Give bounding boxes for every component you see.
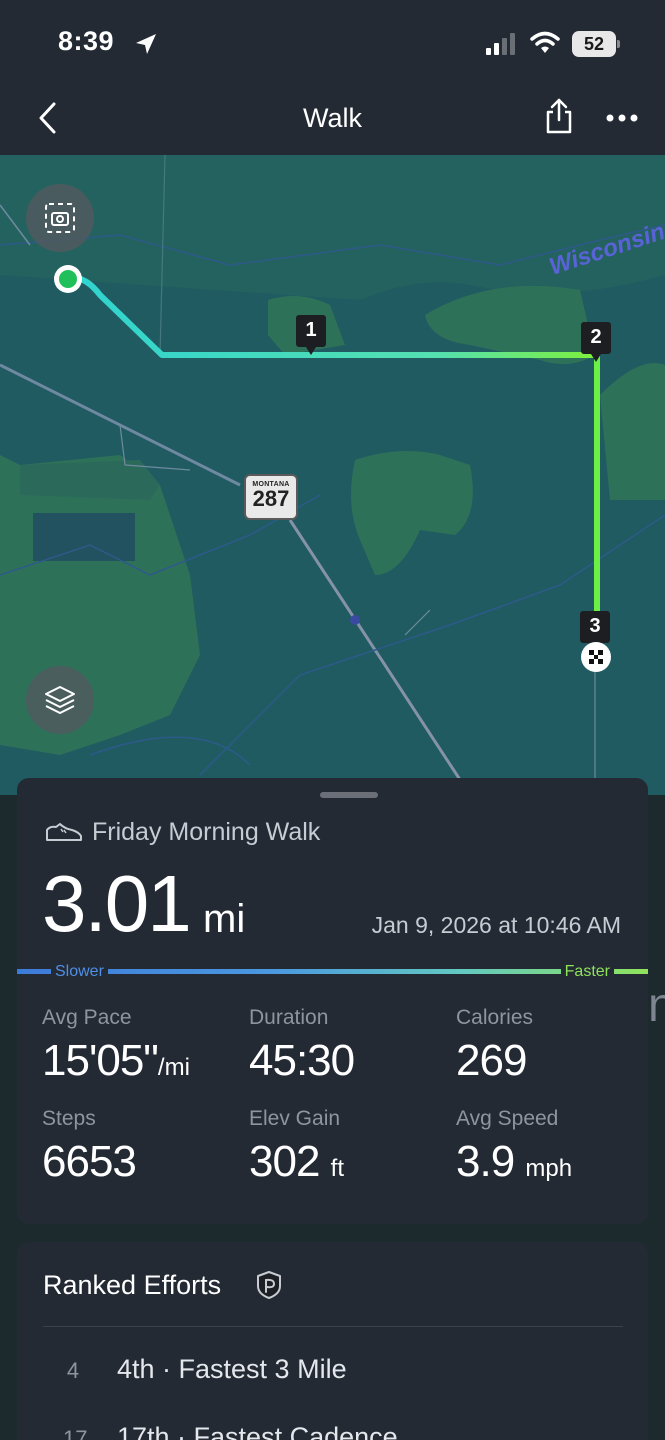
- share-icon[interactable]: [543, 96, 575, 136]
- top-bar: 8:39 52 Walk: [0, 0, 665, 155]
- stat-avg-speed: Avg Speed 3.9 mph: [456, 1107, 656, 1187]
- pr-badge-icon[interactable]: [255, 1270, 283, 1300]
- stat-duration: Duration 45:30: [249, 1006, 449, 1086]
- effort-text: 17th · Fastest Cadence: [117, 1422, 398, 1440]
- stat-label: Calories: [456, 1006, 534, 1029]
- distance-value: 3.01: [42, 859, 192, 948]
- pace-faster-label: Faster: [560, 962, 614, 982]
- stat-value: 6653: [42, 1137, 242, 1187]
- stat-unit: mph: [525, 1155, 573, 1182]
- cellular-signal-icon: [486, 33, 515, 55]
- screenshot-button[interactable]: [26, 184, 94, 252]
- stat-unit: ft: [330, 1155, 344, 1182]
- stat-label: Elev Gain: [249, 1107, 341, 1130]
- shoe-icon: [46, 823, 82, 841]
- distance-unit: mi: [203, 897, 246, 941]
- pace-slower-label: Slower: [51, 962, 108, 982]
- route-marker-2[interactable]: 2: [581, 322, 611, 362]
- stat-label: Avg Pace: [42, 1006, 132, 1029]
- map-layers-button[interactable]: [26, 666, 94, 734]
- divider: [43, 1326, 623, 1327]
- route-map[interactable]: Wisconsin 1 2 3 MONTANA 287: [0, 155, 665, 795]
- stat-number: 3.9: [456, 1137, 515, 1186]
- activity-name: Friday Morning Walk: [92, 818, 321, 846]
- activity-summary-card: Friday Morning Walk 3.01 mi Jan 9, 2026 …: [17, 778, 648, 1224]
- status-time: 8:39: [58, 26, 115, 56]
- stat-value: 45:30: [249, 1036, 449, 1086]
- stat-value: 302 ft: [249, 1137, 449, 1187]
- highway-number: 287: [252, 486, 290, 511]
- ranked-efforts-title: Ranked Efforts: [43, 1270, 222, 1300]
- finish-flag-icon: [581, 642, 611, 672]
- stat-elev-gain: Elev Gain 302 ft: [249, 1107, 449, 1187]
- stat-avg-pace: Avg Pace 15'05"/mi: [42, 1006, 242, 1086]
- stat-value: 269: [456, 1036, 656, 1086]
- stat-calories: Calories 269: [456, 1006, 656, 1086]
- drag-handle[interactable]: [320, 792, 378, 798]
- more-options-icon[interactable]: [604, 106, 640, 130]
- battery-indicator: 52: [572, 31, 620, 57]
- stat-number: 15'05": [42, 1036, 159, 1085]
- location-arrow-icon: [136, 34, 156, 54]
- stat-label: Avg Speed: [456, 1107, 559, 1130]
- stat-number: 302: [249, 1137, 320, 1186]
- stat-steps: Steps 6653: [42, 1107, 242, 1187]
- pace-legend: Slower Faster: [17, 962, 648, 982]
- screenshot-icon: [45, 203, 75, 233]
- stat-number: 45:30: [249, 1036, 355, 1085]
- ranked-effort-row[interactable]: 4 4th · Fastest 3 Mile: [17, 1354, 648, 1402]
- effort-text: 4th · Fastest 3 Mile: [117, 1354, 347, 1384]
- pace-gradient-bar: [17, 969, 648, 974]
- route-marker-1[interactable]: 1: [296, 315, 326, 355]
- highway-shield: MONTANA 287: [244, 474, 298, 520]
- wifi-icon: [530, 31, 560, 53]
- layers-icon: [45, 686, 75, 714]
- stat-value: 15'05"/mi: [42, 1036, 242, 1086]
- stat-number: 269: [456, 1036, 527, 1085]
- stat-label: Steps: [42, 1107, 96, 1130]
- ranked-effort-row[interactable]: 17 17th · Fastest Cadence: [17, 1422, 648, 1440]
- battery-level: 52: [572, 31, 616, 57]
- stat-label: Duration: [249, 1006, 329, 1029]
- battery-tip: [617, 40, 620, 48]
- activity-date: Jan 9, 2026 at 10:46 AM: [371, 912, 621, 938]
- ranked-efforts-card: Ranked Efforts 4 4th · Fastest 3 Mile 17…: [17, 1242, 648, 1440]
- offscreen-text-fragment: n: [648, 979, 665, 1032]
- stat-value: 3.9 mph: [456, 1137, 656, 1187]
- stat-number: 6653: [42, 1137, 137, 1186]
- effort-rank: 17: [63, 1426, 88, 1440]
- stat-unit: /mi: [157, 1054, 190, 1081]
- route-marker-3[interactable]: 3: [580, 611, 610, 651]
- effort-rank: 4: [66, 1358, 80, 1383]
